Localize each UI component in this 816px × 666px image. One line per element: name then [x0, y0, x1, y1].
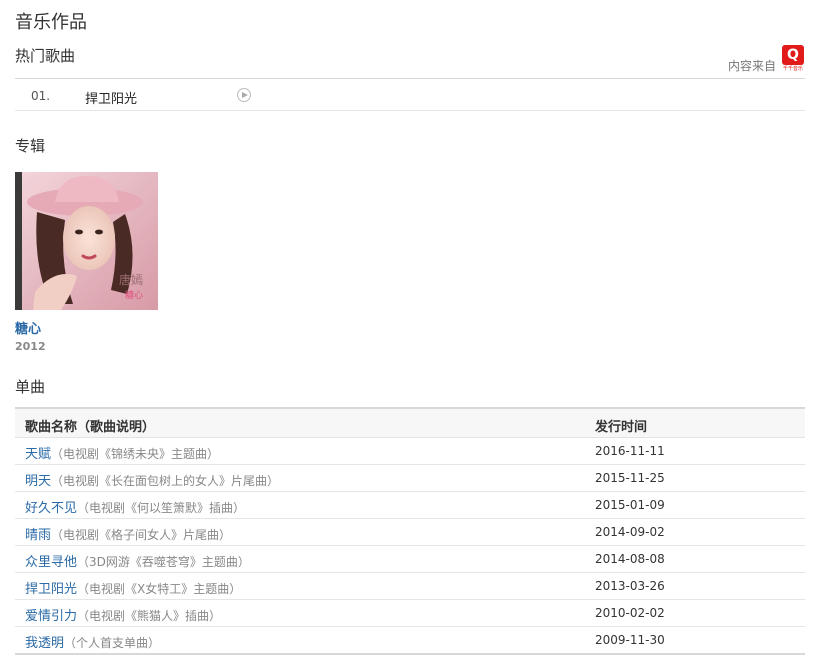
song-cell: 捍卫阳光（电视剧《X女特工》主题曲） [25, 578, 241, 597]
album-cover-art: 唐嫣 糖心 [15, 172, 158, 310]
release-date: 2014-08-08 [595, 552, 665, 566]
song-cell: 我透明（个人首支单曲） [25, 632, 160, 651]
release-date: 2015-01-09 [595, 498, 665, 512]
singles-table: 歌曲名称（歌曲说明） 发行时间 天赋（电视剧《锦绣未央》主题曲） 2016-11… [15, 407, 805, 655]
song-cell: 晴雨（电视剧《格子间女人》片尾曲） [25, 524, 231, 543]
q-logo-icon: Q [782, 45, 804, 65]
albums-heading: 专辑 [15, 137, 46, 155]
table-row: 我透明（个人首支单曲） 2009-11-30 [15, 627, 805, 655]
song-cell: 好久不见（电视剧《何以笙箫默》插曲） [25, 497, 245, 516]
song-desc: （3D网游《吞噬苍穹》主题曲） [77, 555, 250, 569]
table-header: 歌曲名称（歌曲说明） 发行时间 [15, 409, 805, 438]
song-link[interactable]: 晴雨 [25, 528, 51, 543]
release-date: 2013-03-26 [595, 579, 665, 593]
release-date: 2016-11-11 [595, 444, 665, 458]
song-link[interactable]: 天赋 [25, 447, 51, 462]
hot-song-row: 01. 捍卫阳光 [15, 83, 805, 111]
release-date: 2015-11-25 [595, 471, 665, 485]
album-cover[interactable]: 唐嫣 糖心 [15, 172, 158, 310]
song-desc: （个人首支单曲） [64, 636, 161, 650]
song-link[interactable]: 爱情引力 [25, 609, 77, 624]
song-link[interactable]: 众里寻他 [25, 555, 77, 570]
col-header-name: 歌曲名称（歌曲说明） [25, 420, 156, 435]
song-desc: （电视剧《X女特工》主题曲） [77, 582, 242, 596]
song-link[interactable]: 明天 [25, 474, 51, 489]
hot-song-number: 01. [31, 89, 51, 103]
table-row: 好久不见（电视剧《何以笙箫默》插曲） 2015-01-09 [15, 492, 805, 519]
table-row: 明天（电视剧《长在面包树上的女人》片尾曲） 2015-11-25 [15, 465, 805, 492]
album-title[interactable]: 糖心 [15, 318, 41, 337]
song-desc: （电视剧《何以笙箫默》插曲） [77, 501, 246, 515]
page-title: 音乐作品 [15, 12, 87, 33]
hot-songs-divider [15, 78, 805, 79]
table-row: 捍卫阳光（电视剧《X女特工》主题曲） 2013-03-26 [15, 573, 805, 600]
song-link[interactable]: 好久不见 [25, 501, 77, 516]
singles-heading: 单曲 [15, 378, 46, 396]
col-header-date: 发行时间 [595, 420, 648, 435]
song-cell: 众里寻他（3D网游《吞噬苍穹》主题曲） [25, 551, 250, 570]
table-row: 众里寻他（3D网游《吞噬苍穹》主题曲） 2014-08-08 [15, 546, 805, 573]
hot-song-name[interactable]: 捍卫阳光 [85, 88, 137, 107]
song-desc: （电视剧《锦绣未央》主题曲） [51, 447, 220, 461]
release-date: 2010-02-02 [595, 606, 665, 620]
source-label: 内容来自 [727, 59, 776, 73]
cover-title-text: 糖心 [125, 289, 143, 301]
logo-caption: 千千音乐 [782, 66, 803, 72]
release-date: 2014-09-02 [595, 525, 665, 539]
song-desc: （电视剧《熊猫人》插曲） [77, 609, 222, 623]
table-row: 晴雨（电视剧《格子间女人》片尾曲） 2014-09-02 [15, 519, 805, 546]
album-year: 2012 [15, 340, 46, 353]
cover-artist-text: 唐嫣 [119, 272, 143, 287]
table-row: 天赋（电视剧《锦绣未央》主题曲） 2016-11-11 [15, 438, 805, 465]
content-source[interactable]: 内容来自 Q 千千音乐 [728, 45, 804, 73]
song-link[interactable]: 捍卫阳光 [25, 582, 77, 597]
song-cell: 明天（电视剧《长在面包树上的女人》片尾曲） [25, 470, 279, 489]
play-icon[interactable] [237, 88, 251, 102]
release-date: 2009-11-30 [595, 633, 665, 647]
song-desc: （电视剧《长在面包树上的女人》片尾曲） [51, 474, 280, 488]
hot-songs-heading: 热门歌曲 [15, 47, 76, 65]
qianqian-music-logo[interactable]: Q 千千音乐 [782, 45, 804, 73]
song-desc: （电视剧《格子间女人》片尾曲） [51, 528, 232, 542]
song-cell: 爱情引力（电视剧《熊猫人》插曲） [25, 605, 221, 624]
song-link[interactable]: 我透明 [25, 636, 64, 651]
table-row: 爱情引力（电视剧《熊猫人》插曲） 2010-02-02 [15, 600, 805, 627]
song-cell: 天赋（电视剧《锦绣未央》主题曲） [25, 443, 219, 462]
